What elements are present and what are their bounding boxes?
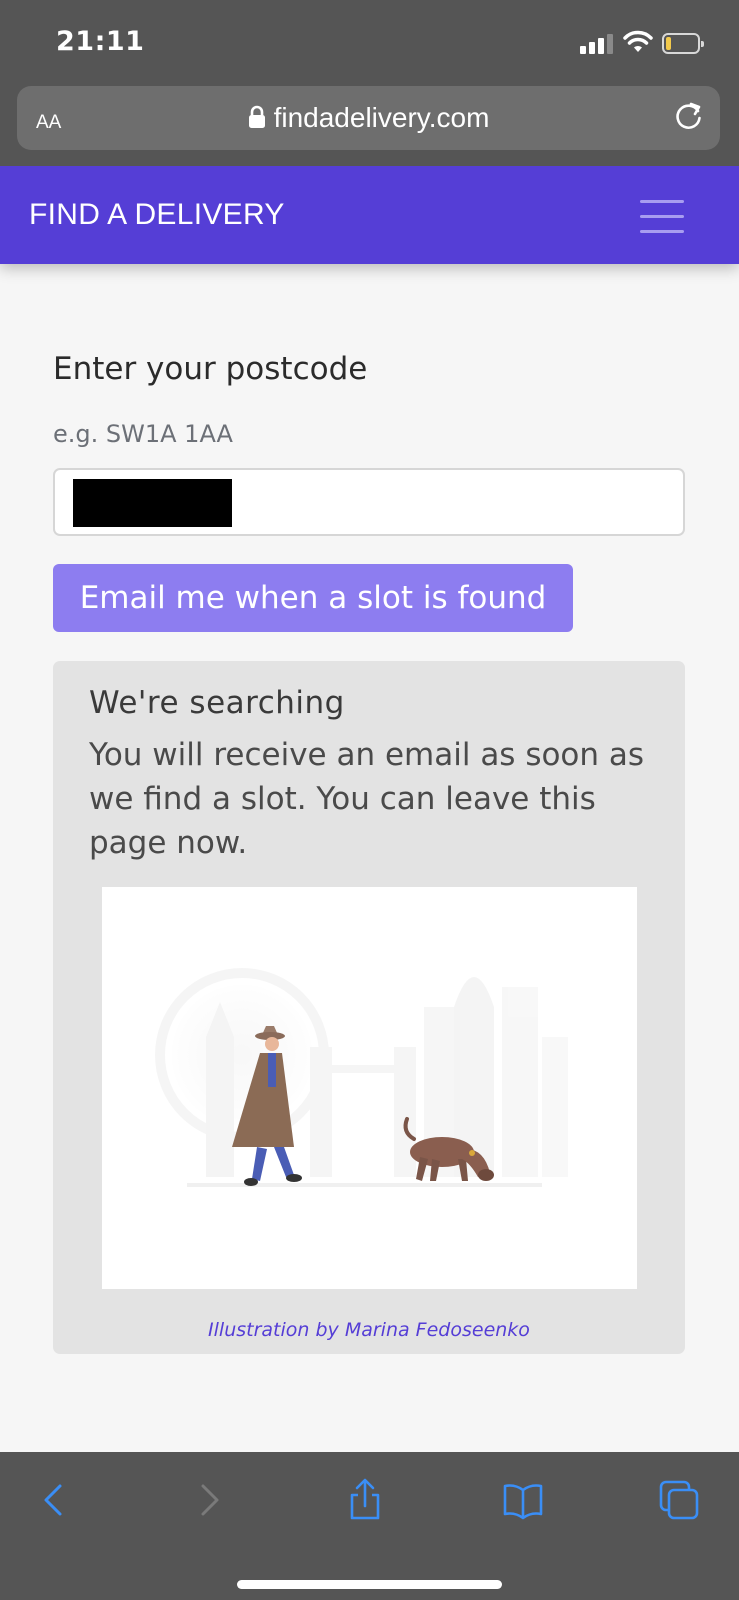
menu-icon[interactable] (640, 200, 684, 234)
url-field[interactable]: findadelivery.com (17, 102, 720, 134)
postcode-hint: e.g. SW1A 1AA (53, 420, 233, 448)
browser-toolbar (0, 1452, 739, 1600)
cellular-signal-icon (580, 34, 614, 54)
panel-title: We're searching (89, 685, 345, 721)
status-time: 21:11 (56, 26, 145, 57)
home-indicator (237, 1580, 502, 1589)
email-me-button[interactable]: Email me when a slot is found (53, 564, 573, 632)
back-icon[interactable] (32, 1478, 76, 1522)
illustration-credit[interactable]: Illustration by Marina Fedoseenko (53, 1319, 685, 1341)
share-icon[interactable] (343, 1478, 387, 1522)
site-brand[interactable]: FIND A DELIVERY (29, 198, 285, 232)
redacted-value (73, 479, 232, 527)
forward-icon[interactable] (187, 1478, 231, 1522)
postcode-input[interactable] (53, 468, 685, 536)
url-text: findadelivery.com (273, 102, 490, 133)
status-bar: 21:11 (0, 0, 739, 84)
web-page: FIND A DELIVERY Enter your postcode e.g.… (0, 166, 739, 1452)
detective-dog-illustration (102, 887, 637, 1289)
battery-icon (662, 33, 704, 54)
panel-message: You will receive an email as soon as we … (89, 737, 645, 861)
reload-icon[interactable] (672, 99, 706, 133)
tabs-icon[interactable] (657, 1478, 701, 1522)
postcode-label: Enter your postcode (53, 351, 368, 387)
searching-status-panel: We're searching You will receive an emai… (53, 661, 685, 1354)
lock-icon (248, 105, 265, 128)
address-bar[interactable]: AA findadelivery.com (17, 86, 720, 150)
wifi-icon (623, 30, 653, 52)
site-navbar: FIND A DELIVERY (0, 166, 739, 264)
bookmarks-icon[interactable] (501, 1478, 545, 1522)
